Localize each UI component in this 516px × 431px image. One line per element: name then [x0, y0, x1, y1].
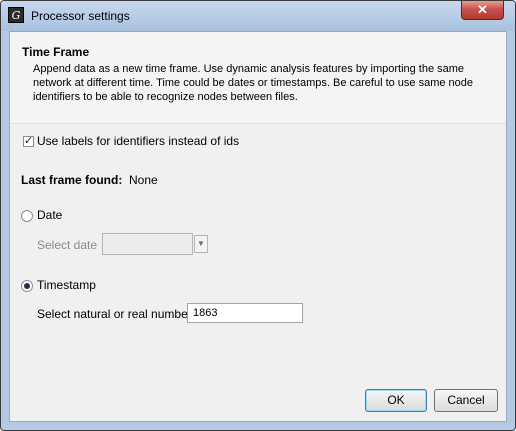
timestamp-input[interactable]: 1863	[187, 303, 303, 323]
section-description: Append data as a new time frame. Use dyn…	[33, 63, 474, 103]
ok-button[interactable]: OK	[365, 389, 427, 412]
window-title: Processor settings	[31, 9, 130, 23]
close-icon: ✕	[477, 2, 488, 17]
chevron-down-icon: ▼	[197, 239, 205, 248]
checkmark-icon: ✓	[24, 135, 34, 147]
section-header: Time Frame Append data as a new time fra…	[10, 32, 506, 124]
timestamp-radio-label[interactable]: Timestamp	[37, 278, 96, 292]
timestamp-radio[interactable]	[21, 280, 33, 292]
gephi-app-icon: G	[8, 7, 24, 23]
date-input[interactable]	[102, 233, 193, 255]
cancel-button[interactable]: Cancel	[434, 389, 498, 412]
close-button[interactable]: ✕	[461, 1, 504, 20]
select-number-label: Select natural or real number	[37, 307, 192, 321]
use-labels-checkbox[interactable]: ✓	[23, 135, 34, 147]
section-title: Time Frame	[22, 45, 90, 59]
processor-settings-window: G Processor settings ✕ Time Frame Append…	[0, 0, 516, 431]
date-dropdown-button[interactable]: ▼	[194, 235, 208, 253]
last-frame-label: Last frame found:	[21, 173, 123, 187]
dialog-body: Time Frame Append data as a new time fra…	[9, 31, 507, 422]
last-frame-value: None	[129, 173, 158, 187]
date-radio[interactable]	[21, 210, 33, 222]
date-radio-label[interactable]: Date	[37, 208, 62, 222]
radio-selected-dot	[24, 283, 30, 289]
title-bar[interactable]: G Processor settings ✕	[1, 1, 515, 31]
select-date-label: Select date	[37, 238, 98, 252]
use-labels-label[interactable]: Use labels for identifiers instead of id…	[37, 134, 239, 148]
